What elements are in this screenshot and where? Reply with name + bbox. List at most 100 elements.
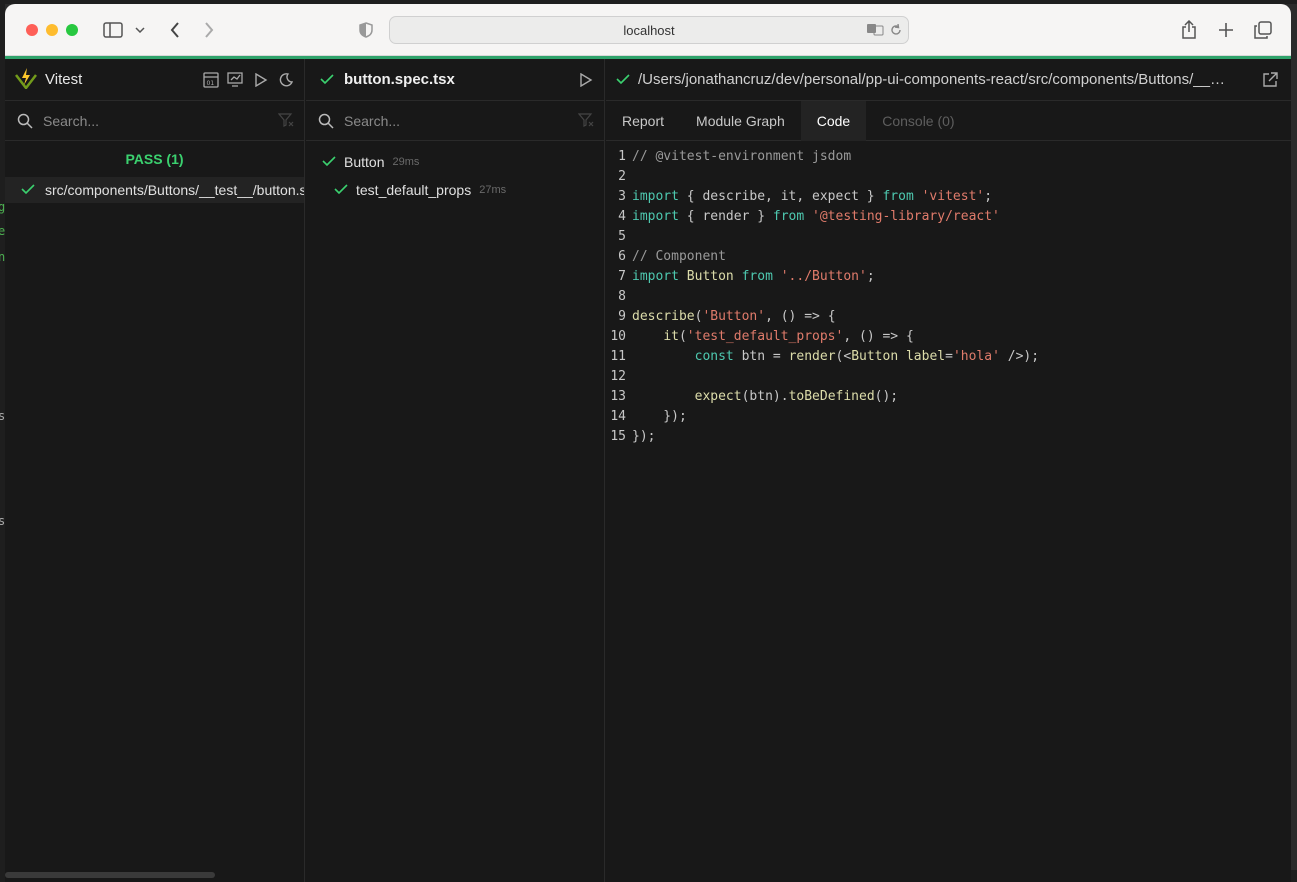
code-line: 5	[606, 227, 1291, 247]
suite-header: button.spec.tsx	[306, 59, 604, 101]
tab-code[interactable]: Code	[800, 101, 867, 141]
line-source: // @vitest-environment jsdom	[632, 149, 852, 164]
suite-duration: 29ms	[392, 156, 420, 168]
test-tree-pane: button.spec.tsx Button	[306, 59, 605, 882]
line-source: const btn = render(<Button label='hola' …	[694, 349, 1040, 364]
code-line: 6 // Component	[606, 247, 1291, 267]
line-number: 14	[610, 409, 626, 424]
line-number: 9	[618, 309, 626, 324]
line-source: describe('Button', () => {	[632, 309, 836, 324]
pass-check-icon	[616, 72, 630, 88]
line-source: import { describe, it, expect } from 'vi…	[632, 189, 993, 204]
code-line: 14 });	[606, 407, 1291, 427]
run-all-icon[interactable]	[251, 70, 271, 90]
vitest-ui: Vitest 01 Search... PASS (1) src/compone…	[5, 59, 1291, 882]
line-source: import { render } from '@testing-library…	[632, 209, 1000, 224]
code-line: 12	[606, 367, 1291, 387]
line-number: 10	[610, 329, 626, 344]
file-path: src/components/Buttons/__test__/button.s…	[45, 182, 304, 198]
file-search-input[interactable]	[43, 109, 263, 133]
open-in-editor-icon[interactable]	[1260, 70, 1280, 90]
tab-module-graph[interactable]: Module Graph	[680, 101, 801, 141]
code-line: 2	[606, 167, 1291, 187]
back-icon[interactable]	[163, 18, 187, 42]
code-line: 9 describe('Button', () => {	[606, 307, 1291, 327]
translate-icon[interactable]	[866, 22, 884, 41]
code-line: 11 const btn = render(<Button label='hol…	[606, 347, 1291, 367]
dark-mode-icon[interactable]	[276, 70, 296, 90]
line-source: it('test_default_props', () => {	[663, 329, 914, 344]
line-number: 2	[618, 169, 626, 184]
line-number: 4	[618, 209, 626, 224]
test-search-input[interactable]	[344, 109, 564, 133]
horizontal-scrollbar[interactable]	[5, 872, 215, 878]
share-icon[interactable]	[1177, 18, 1201, 42]
search-icon	[17, 113, 33, 132]
code-line: 10 it('test_default_props', () => {	[606, 327, 1291, 347]
coverage-icon[interactable]	[226, 70, 246, 90]
line-source: });	[632, 429, 656, 444]
close-window-button[interactable]	[26, 24, 38, 36]
line-number: 7	[618, 269, 626, 284]
filter-clear-icon[interactable]	[277, 113, 294, 130]
browser-window: localhost Vitest 01 Search... PASS (1) s…	[5, 4, 1291, 882]
app-title: Vitest	[45, 71, 83, 88]
line-number: 15	[610, 429, 626, 444]
test-case-item[interactable]: test_default_props 27ms	[306, 177, 604, 203]
file-full-path: /Users/jonathancruz/dev/personal/pp-ui-c…	[638, 71, 1225, 88]
line-source: expect(btn).toBeDefined();	[694, 389, 899, 404]
code-editor[interactable]: 1 // @vitest-environment jsdom 2 3 import { …	[606, 147, 1291, 447]
minimize-window-button[interactable]	[46, 24, 58, 36]
detail-tabs: Report Module Graph Code Console (0)	[606, 101, 1291, 141]
line-number: 1	[618, 149, 626, 164]
tab-report[interactable]: Report	[606, 101, 680, 141]
chevron-down-icon[interactable]	[133, 18, 147, 42]
sidebar-toggle-icon[interactable]	[101, 18, 125, 42]
line-number: 6	[618, 249, 626, 264]
code-line: 4 import { render } from '@testing-librar…	[606, 207, 1291, 227]
reload-icon[interactable]	[890, 23, 902, 41]
test-duration: 27ms	[479, 184, 507, 196]
tab-console[interactable]: Console (0)	[866, 101, 970, 141]
code-line: 1 // @vitest-environment jsdom	[606, 147, 1291, 167]
code-line: 3 import { describe, it, expect } from 'v…	[606, 187, 1291, 207]
privacy-shield-icon[interactable]	[354, 18, 378, 42]
filter-clear-icon[interactable]	[577, 113, 594, 130]
file-explorer-pane: Vitest 01 Search... PASS (1) src/compone…	[5, 59, 305, 882]
line-number: 5	[618, 229, 626, 244]
line-source: import Button from '../Button';	[632, 269, 875, 284]
line-source: // Component	[632, 249, 726, 264]
forward-icon[interactable]	[197, 18, 221, 42]
test-suite-item[interactable]: Button 29ms	[306, 149, 604, 175]
sidebar-header: Vitest 01	[5, 59, 304, 101]
url-text: localhost	[623, 23, 675, 38]
address-bar[interactable]: localhost	[389, 16, 909, 44]
detail-header: /Users/jonathancruz/dev/personal/pp-ui-c…	[606, 59, 1291, 101]
line-number: 3	[618, 189, 626, 204]
line-number: 13	[610, 389, 626, 404]
tab-overview-icon[interactable]	[1251, 18, 1275, 42]
run-file-icon[interactable]	[576, 70, 596, 90]
line-source: });	[632, 409, 687, 424]
test-name: test_default_props	[356, 182, 472, 198]
svg-text:01: 01	[207, 80, 215, 87]
search-icon	[318, 113, 334, 132]
line-number: 11	[610, 349, 626, 364]
suite-name: Button	[344, 154, 385, 170]
code-line: 8	[606, 287, 1291, 307]
code-line: 13 expect(btn).toBeDefined();	[606, 387, 1291, 407]
detail-pane: /Users/jonathancruz/dev/personal/pp-ui-c…	[606, 59, 1291, 882]
pass-check-icon	[322, 154, 336, 170]
dashboard-icon[interactable]: 01	[201, 70, 221, 90]
file-search-row	[5, 101, 304, 141]
zoom-window-button[interactable]	[66, 24, 78, 36]
pass-check-icon	[21, 182, 35, 198]
file-list-item[interactable]: src/components/Buttons/__test__/button.s…	[5, 177, 304, 203]
pass-check-icon	[334, 182, 348, 198]
browser-toolbar: localhost	[5, 4, 1291, 56]
code-line: 15});	[606, 427, 1291, 447]
line-number: 12	[610, 369, 626, 384]
suite-filename: button.spec.tsx	[344, 71, 455, 88]
line-number: 8	[618, 289, 626, 304]
new-tab-icon[interactable]	[1214, 18, 1238, 42]
